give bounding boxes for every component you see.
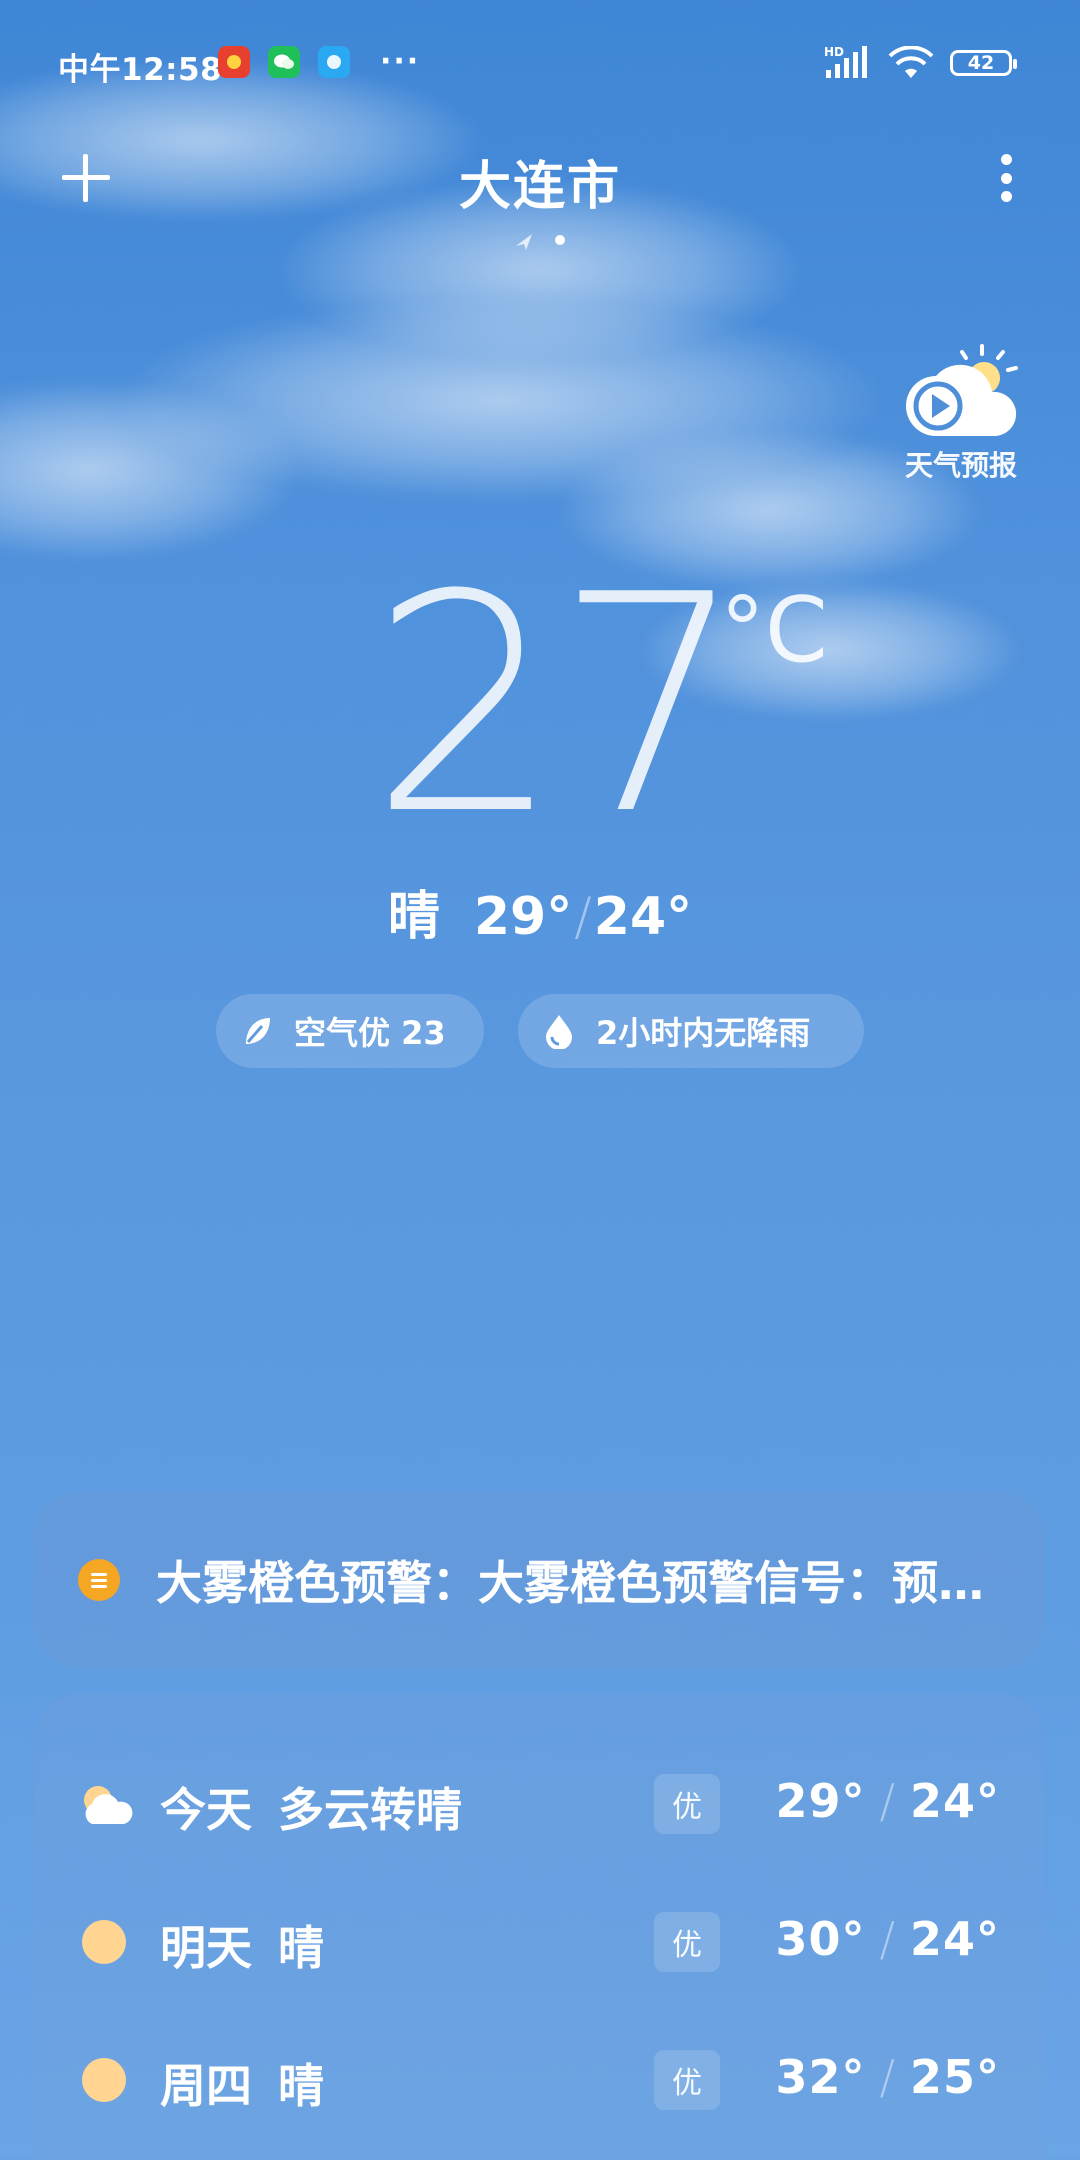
wifi-icon [888, 45, 934, 84]
more-options-button[interactable] [988, 148, 1024, 208]
battery-indicator: 42 [950, 50, 1017, 76]
forecast-high: 29° [775, 1774, 866, 1828]
current-temperature: 27 [370, 531, 746, 880]
forecast-row-tomorrow[interactable]: 明天 晴 优 30°/24° [34, 1892, 1044, 1992]
more-vertical-icon [1000, 154, 1012, 165]
forecast-temp-range: 32°/25° [775, 2050, 1000, 2104]
forecast-condition: 晴 [278, 1921, 324, 1975]
forecast-day: 周四 [160, 2059, 252, 2113]
location-arrow-icon [516, 234, 532, 250]
forecast-day: 今天 [160, 1783, 252, 1837]
forecast-low: 25° [909, 2050, 1000, 2104]
today-low: 24° [593, 887, 693, 947]
aqi-badge: 优 [654, 1912, 720, 1972]
weather-warning-card[interactable]: 大雾橙色预警：大雾橙色预警信号：预… [34, 1492, 1044, 1668]
forecast-row-thursday[interactable]: 周四 晴 优 32°/25° [34, 2030, 1044, 2130]
current-condition: 晴 [387, 887, 440, 947]
network-type-label: HD [824, 45, 844, 59]
today-summary: 晴 29°/24° [0, 874, 1080, 949]
browser-app-icon [318, 46, 350, 78]
daily-forecast-card: 今天 多云转晴 优 29°/24° 明天 晴 优 30°/24° 周四 晴 优 … [34, 1694, 1044, 2160]
temperature-unit: °C [720, 578, 828, 683]
forecast-low: 24° [909, 1774, 1000, 1828]
leaf-icon [238, 1012, 276, 1050]
forecast-condition: 晴 [278, 2059, 324, 2113]
air-quality-pill[interactable]: 空气优 23 [216, 994, 484, 1068]
partly-cloudy-icon [78, 1780, 133, 1828]
more-notifications-icon: ··· [380, 44, 421, 79]
rain-forecast-text: 2小时内无降雨 [596, 1014, 811, 1052]
aqi-badge: 优 [654, 1774, 720, 1834]
signal-icon: HD [822, 44, 876, 84]
aqi-badge: 优 [654, 2050, 720, 2110]
temp-separator: / [574, 887, 592, 947]
header: 大连市 [0, 124, 1080, 264]
wechat-icon [268, 46, 300, 78]
forecast-low: 24° [909, 1912, 1000, 1966]
rain-forecast-pill[interactable]: 2小时内无降雨 [518, 994, 864, 1068]
forecast-high: 30° [775, 1912, 866, 1966]
status-bar: 中午12:58 ··· HD 42 [0, 0, 1080, 124]
page-indicator [512, 232, 572, 252]
sun-icon [78, 1918, 130, 1966]
warning-list-icon [78, 1559, 120, 1601]
shopping-app-icon [218, 46, 250, 78]
warning-text: 大雾橙色预警：大雾橙色预警信号：预… [156, 1556, 984, 1610]
status-time: 中午12:58 [58, 52, 223, 88]
play-cloud-sun-icon [906, 344, 1018, 436]
forecast-video-label: 天气预报 [904, 449, 1017, 482]
water-drop-icon [540, 1012, 578, 1050]
forecast-day: 明天 [160, 1921, 252, 1975]
today-high: 29° [473, 887, 573, 947]
forecast-high: 32° [775, 2050, 866, 2104]
forecast-video-button[interactable]: 天气预报 [896, 344, 1026, 484]
forecast-row-today[interactable]: 今天 多云转晴 优 29°/24° [34, 1754, 1044, 1854]
sun-icon [78, 2056, 130, 2104]
air-quality-text: 空气优 23 [294, 1014, 446, 1052]
forecast-temp-range: 30°/24° [775, 1912, 1000, 1966]
forecast-temp-range: 29°/24° [775, 1774, 1000, 1828]
city-name[interactable]: 大连市 [0, 144, 1080, 219]
forecast-condition: 多云转晴 [278, 1783, 462, 1837]
